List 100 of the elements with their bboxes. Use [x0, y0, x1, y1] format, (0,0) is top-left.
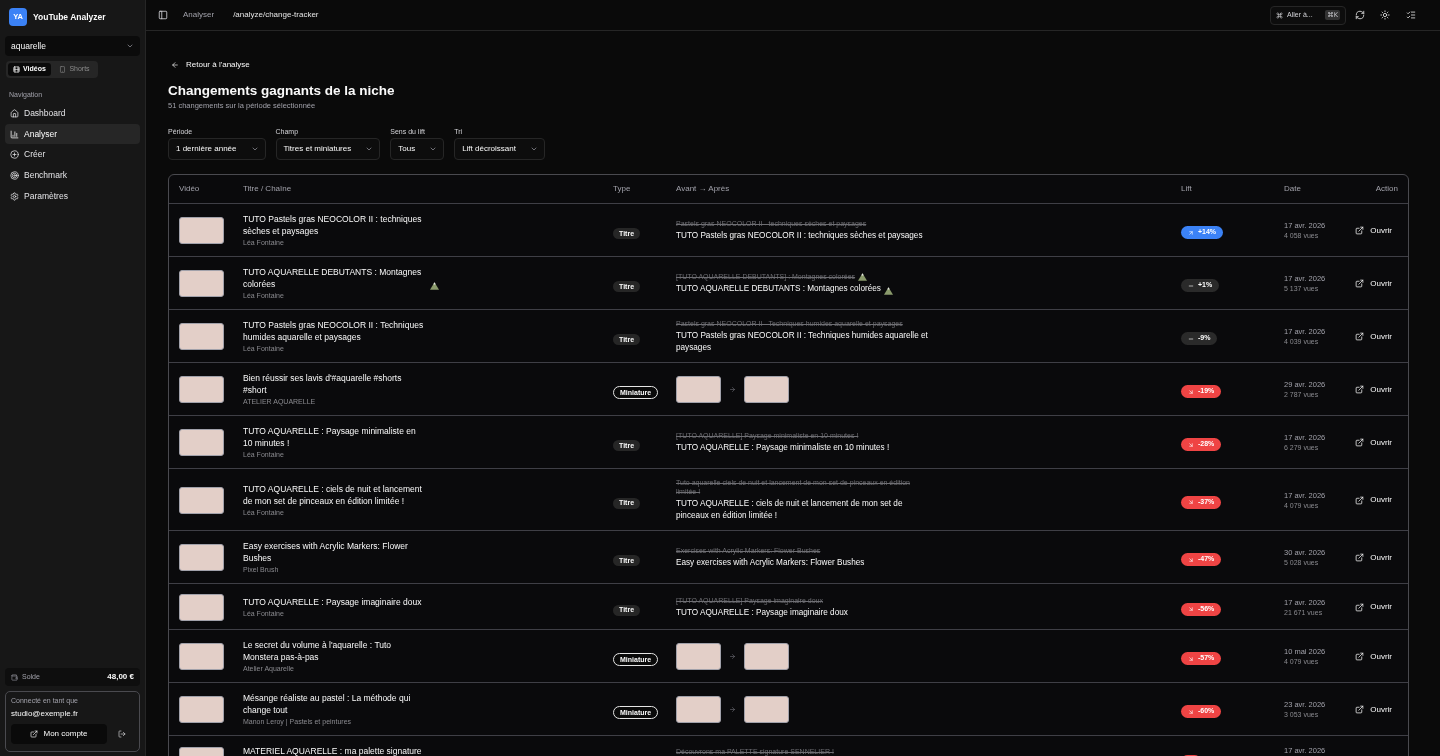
logout-icon[interactable] [118, 730, 126, 738]
account-button[interactable]: Mon compte [11, 724, 107, 744]
external-link-icon [1355, 553, 1365, 562]
open-button[interactable]: Ouvrir [1355, 551, 1392, 564]
column-header: Type [613, 183, 631, 195]
bar-chart-icon [10, 129, 19, 139]
refresh-icon[interactable] [1355, 10, 1365, 20]
external-link-icon [1355, 385, 1365, 394]
thumbnail-placeholder [744, 376, 789, 403]
nav-item[interactable]: Analyser [5, 123, 140, 145]
thumbnail-placeholder [744, 696, 789, 723]
arrow-down-right-icon [1188, 556, 1194, 563]
video-title: Easy exercises with Acrylic Markers: Flower Bushes [243, 540, 409, 564]
arrow-right-icon [729, 386, 736, 393]
new-title: TUTO AQUARELLE : ciels de nuit et lancement de mon set de pinceaux en édition limitée ! [676, 498, 904, 522]
video-title: TUTO AQUARELLE : ciels de nuit et lancement de mon set de pinceaux en édition limitée ! [243, 482, 423, 507]
chevron-down-icon [250, 145, 259, 153]
filter-select[interactable]: 1 dernière année [168, 138, 266, 160]
breadcrumb-link[interactable]: Analyser [183, 9, 215, 21]
new-title: TUTO Pastels gras NEOCOLOR II : Techniques humides aquarelle et paysages [676, 330, 928, 354]
plus-circle-icon [10, 150, 19, 160]
video-title: Mésange réaliste au pastel : La méthode qui change tout [243, 692, 412, 716]
column-header: Vidéo [179, 183, 200, 195]
thumbnail-placeholder [179, 593, 224, 621]
open-button[interactable]: Ouvrir [1355, 436, 1392, 449]
thumbnail-placeholder [179, 376, 224, 403]
film-icon [13, 66, 21, 73]
video-title: TUTO Pastels gras NEOCOLOR II : techniques sèches et paysages [243, 213, 423, 237]
arrow-right-icon [729, 653, 736, 660]
settings-icon [10, 191, 19, 201]
arrow-down-right-icon [1188, 499, 1194, 505]
arrow-left-icon [171, 61, 179, 69]
video-title: TUTO AQUARELLE DEBUTANTS : Montagnes colorées [243, 266, 423, 290]
external-link-icon [1355, 332, 1365, 341]
minus-icon [1188, 282, 1194, 289]
open-button[interactable]: Ouvrir [1355, 650, 1392, 663]
external-link-icon [1355, 602, 1365, 612]
open-button[interactable]: Ouvrir [1355, 383, 1392, 396]
page-title: Changements gagnants de la niche [168, 83, 395, 99]
open-button[interactable]: Ouvrir [1355, 277, 1392, 290]
column-header: Lift [1181, 183, 1192, 195]
arrow-down-right-icon [1188, 441, 1194, 448]
thumbnail-placeholder [179, 323, 224, 350]
home-icon [10, 108, 19, 118]
filter-select[interactable]: Lift décroissant [454, 138, 545, 160]
video-title: TUTO AQUARELLE : Paysage imaginaire doux [243, 595, 422, 608]
arrow-up-right-icon [1188, 229, 1194, 236]
thumbnail-placeholder [179, 486, 224, 514]
back-link[interactable]: Retour à l'analyse [168, 57, 250, 73]
column-header: Action [1375, 183, 1398, 195]
open-button[interactable]: Ouvrir [1355, 601, 1392, 613]
thumbnail-placeholder [179, 544, 224, 571]
video-title: Le secret du volume à l'aquarelle : Tuto Monstera pas-à-pas [243, 639, 393, 663]
thumbnail-placeholder [676, 696, 721, 723]
arrow-down-right-icon [1188, 708, 1194, 715]
nav-item[interactable]: Benchmark [5, 165, 140, 186]
column-header: Avant → Après [676, 183, 730, 195]
minus-icon [1188, 335, 1194, 342]
wallet-icon [11, 673, 18, 681]
external-link-icon [1355, 495, 1365, 505]
theme-toggle-icon[interactable] [1380, 10, 1390, 20]
thumbnail-placeholder [676, 643, 721, 670]
open-button[interactable]: Ouvrir [1355, 703, 1392, 716]
breadcrumb-path: /analyze/change-tracker [233, 9, 319, 21]
video-title: TUTO AQUARELLE : Paysage minimaliste en 10 minutes ! [243, 425, 417, 449]
video-title: Bien réussir ses lavis d'#aquarelle #shorts #short [243, 372, 403, 396]
nav-item[interactable]: Créer [5, 144, 140, 166]
filter-select[interactable]: Tous [390, 138, 445, 160]
filter-select[interactable]: Titres et miniatures [275, 138, 381, 160]
external-link-icon [30, 730, 39, 738]
column-header: Date [1284, 183, 1301, 195]
arrow-down-right-icon [1188, 606, 1194, 612]
arrow-down-right-icon [1188, 388, 1194, 395]
phone-icon [59, 66, 67, 73]
open-button[interactable]: Ouvrir [1355, 330, 1392, 343]
chevron-down-icon [429, 145, 438, 153]
app-name: YouTube Analyzer [33, 10, 106, 24]
video-title: MATERIEL AQUARELLE : ma palette signature [243, 745, 422, 756]
thumbnail-placeholder [179, 429, 224, 456]
new-title: TUTO AQUARELLE : Paysage imaginaire doux [676, 606, 848, 619]
thumbnail-placeholder [744, 643, 789, 670]
sidebar-toggle-icon[interactable] [158, 10, 168, 20]
external-link-icon [1355, 438, 1365, 447]
niche-select[interactable]: aquarelle [5, 36, 140, 56]
checklist-icon[interactable] [1406, 10, 1416, 20]
nav-item[interactable]: Dashboard [5, 103, 140, 124]
chevron-down-icon [126, 42, 134, 50]
open-button[interactable]: Ouvrir [1355, 494, 1392, 506]
new-title: Easy exercises with Acrylic Markers: Flower Bushes [676, 557, 865, 569]
thumbnail-placeholder [179, 270, 224, 297]
arrow-right-icon [729, 706, 736, 713]
video-title: TUTO Pastels gras NEOCOLOR II : Techniques humides aquarelle et paysages [243, 319, 425, 343]
thumbnail-placeholder [676, 376, 721, 403]
new-title: TUTO AQUARELLE DEBUTANTS : Montagnes colorées [676, 283, 881, 295]
open-button[interactable]: Ouvrir [1355, 224, 1392, 237]
chevron-down-icon [529, 145, 538, 153]
nav-item[interactable]: Paramètres [5, 185, 140, 207]
target-icon [10, 170, 19, 180]
external-link-icon [1355, 652, 1365, 661]
command-icon [1276, 11, 1283, 19]
